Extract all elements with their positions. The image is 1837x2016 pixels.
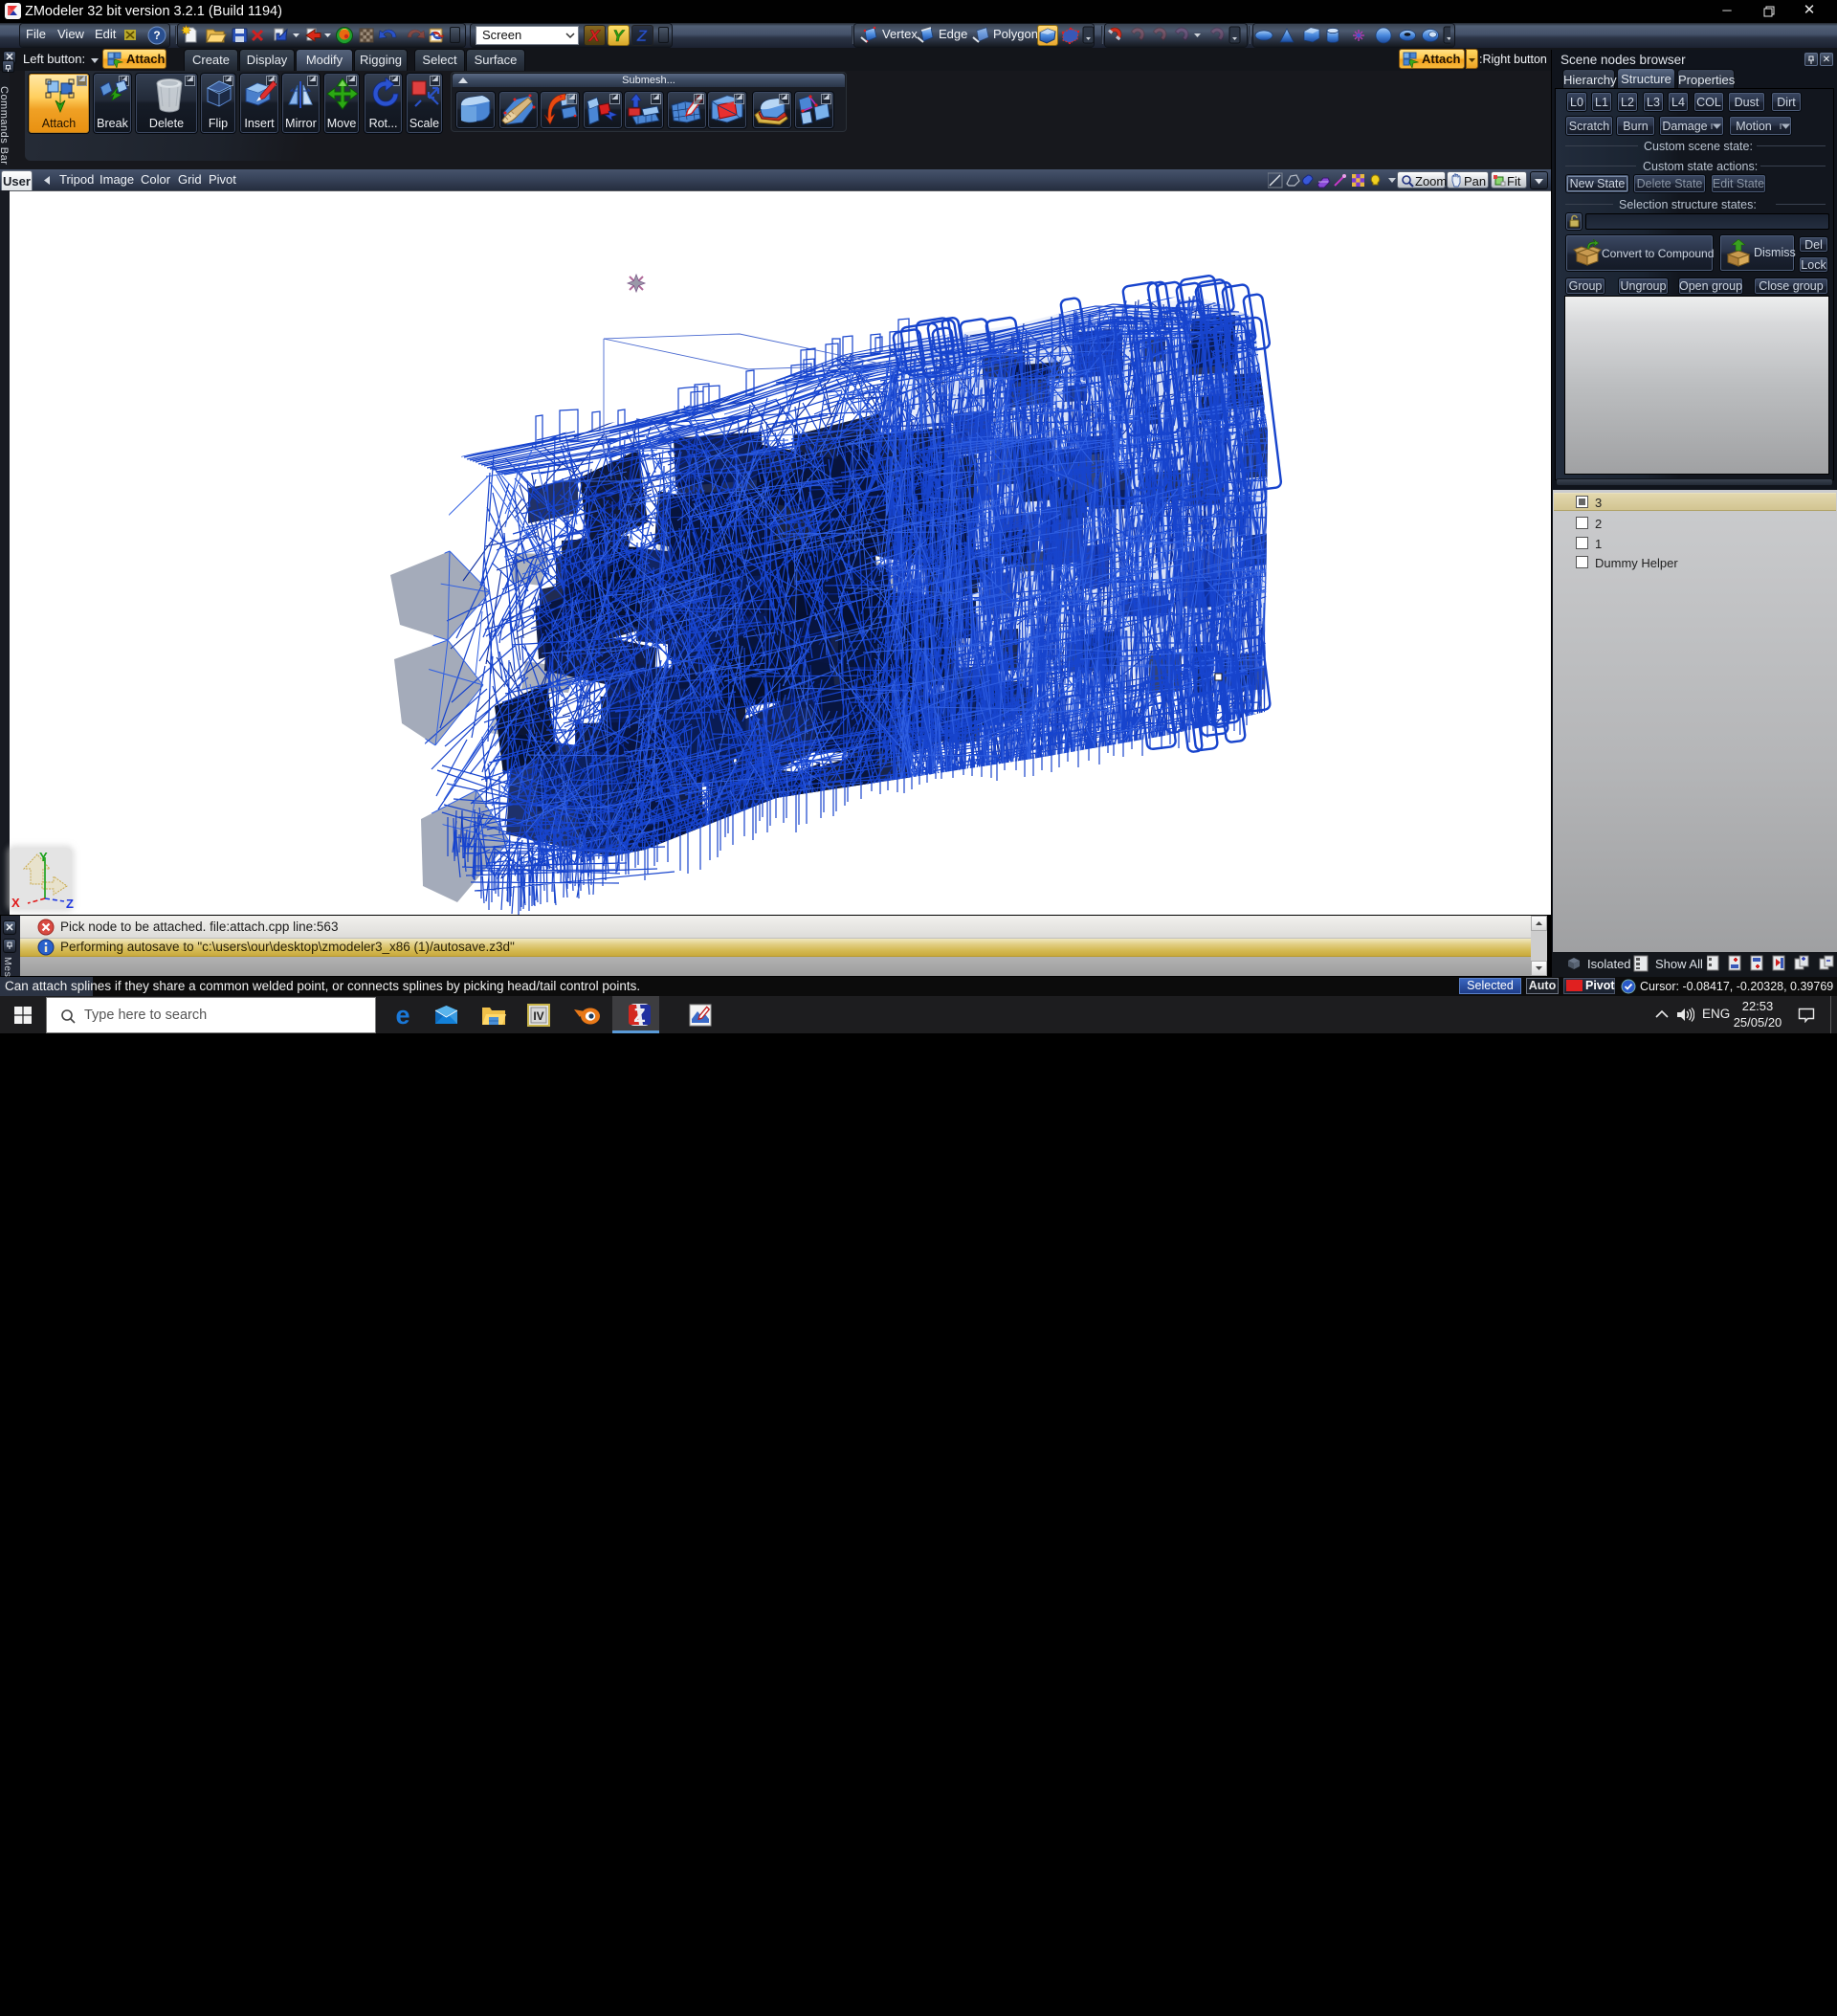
svg-text:?: ? (153, 29, 160, 42)
svg-text:Z: Z (66, 897, 74, 911)
svg-text:X: X (11, 896, 20, 910)
svg-text:Z: Z (636, 27, 648, 45)
svg-text:X: X (587, 27, 601, 45)
svg-text:IV: IV (533, 1009, 543, 1023)
svg-text:Y: Y (612, 27, 625, 45)
svg-text:Z: Z (633, 1006, 645, 1027)
svg-text:e: e (395, 1004, 409, 1027)
svg-text:Y: Y (39, 850, 48, 864)
